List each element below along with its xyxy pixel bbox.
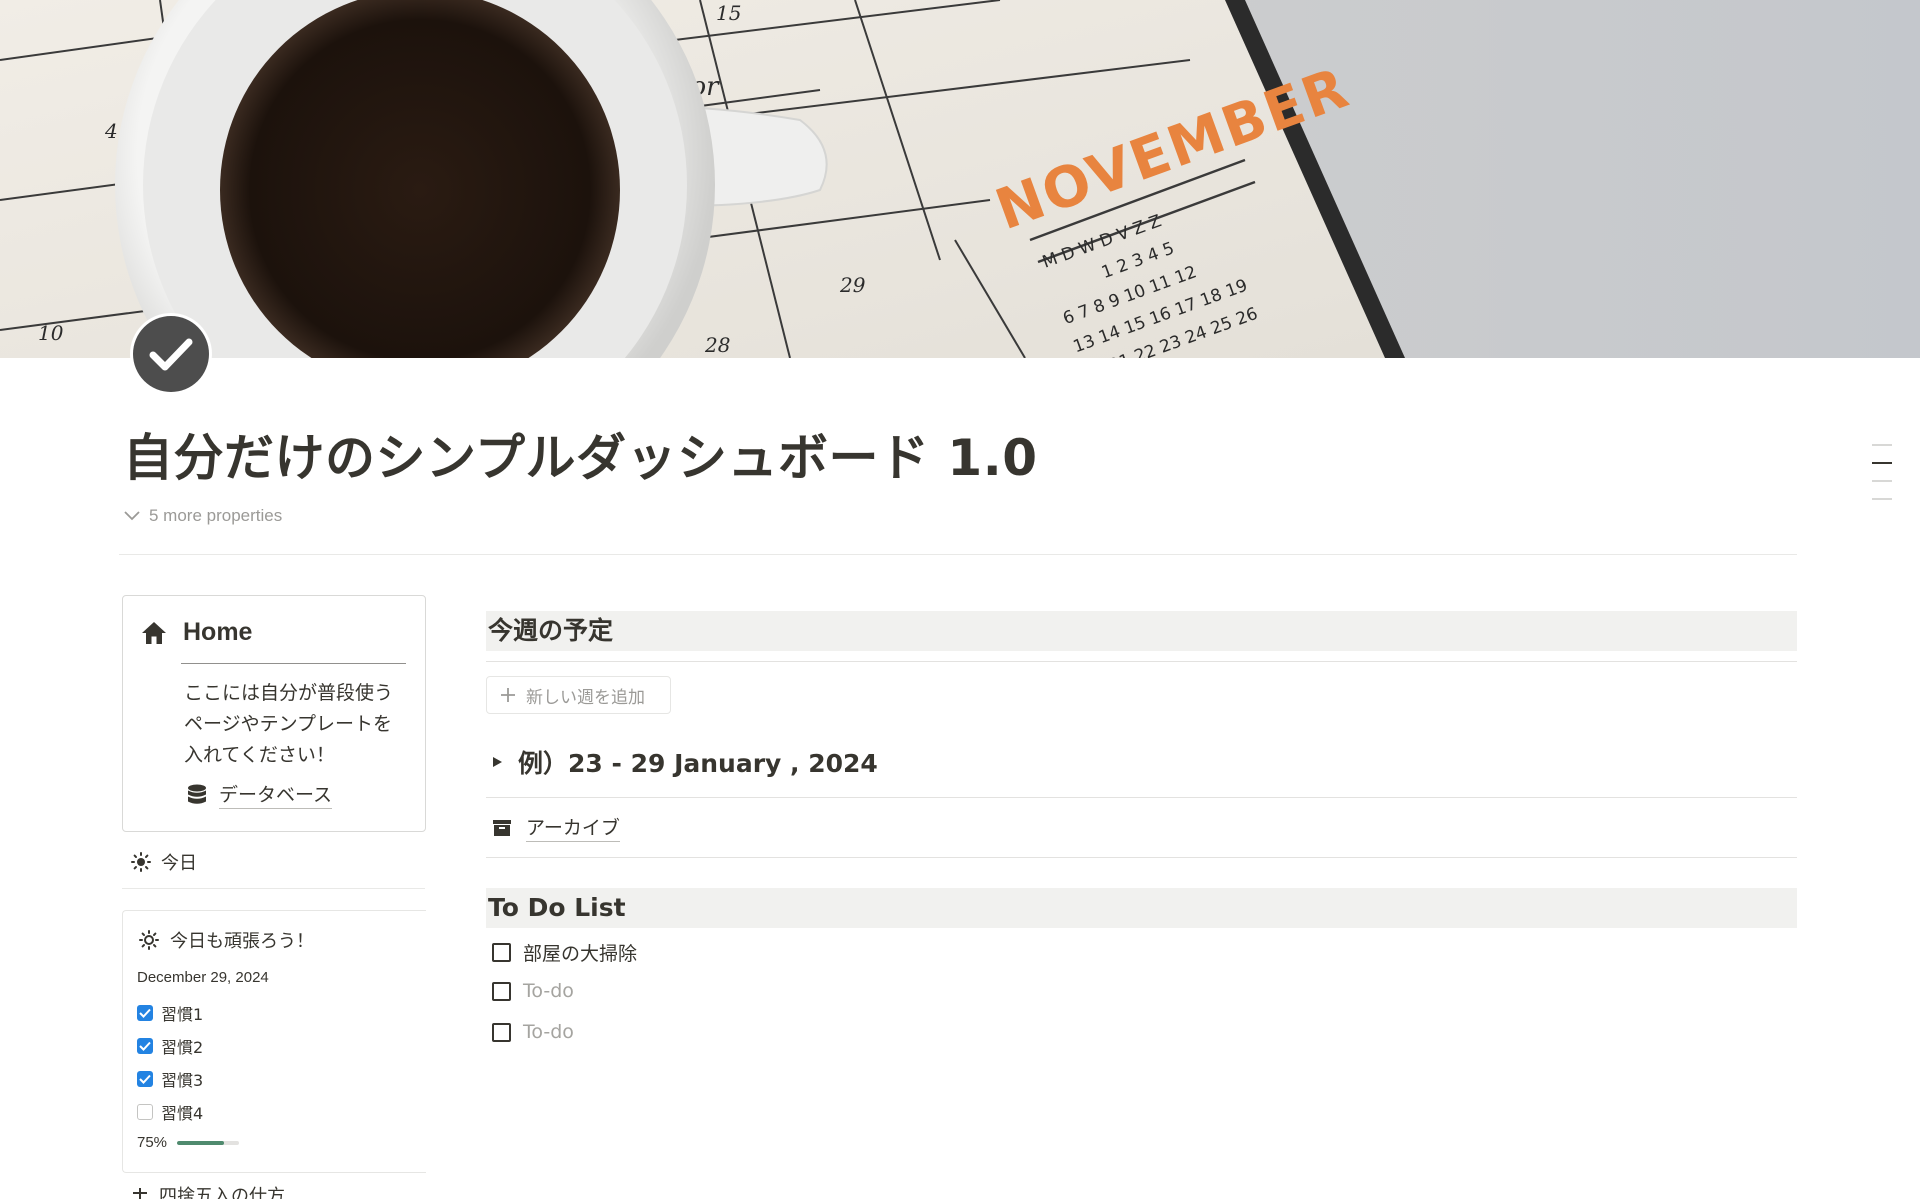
divider (486, 857, 1797, 858)
habit-label: 習慣1 (161, 1005, 204, 1024)
chevron-down-icon (124, 511, 140, 521)
home-icon (142, 621, 166, 644)
checkbox-unchecked-icon[interactable] (137, 1104, 153, 1120)
more-properties-toggle[interactable]: 5 more properties (123, 506, 282, 526)
habit-label: 習慣3 (161, 1071, 204, 1090)
habit-heading: 今日も頑張ろう！ (170, 931, 314, 952)
checkbox-unchecked-icon[interactable] (492, 981, 511, 1001)
check-circle-icon[interactable] (133, 316, 209, 392)
page-title[interactable]: 自分だけのシンプルダッシュボード 1.0 (123, 418, 1037, 490)
divider (119, 554, 1797, 555)
checkbox-checked-icon[interactable] (137, 1071, 153, 1087)
toc-mark[interactable] (1872, 498, 1892, 500)
divider (122, 888, 425, 889)
progress-percent: 75% (137, 1134, 168, 1151)
svg-text:4: 4 (104, 119, 118, 143)
svg-text:28: 28 (704, 333, 730, 357)
habit-date: December 29, 2024 (137, 969, 269, 986)
rounding-link-label: 四捨五入の仕方 (159, 1186, 285, 1199)
home-card: Home ここには自分が普段使うページやテンプレートを入れてください！ データベ… (122, 595, 426, 832)
todo-item[interactable]: To-do (492, 1021, 574, 1043)
svg-text:29: 29 (839, 273, 866, 297)
toc-mark[interactable] (1872, 480, 1892, 482)
caret-right-icon[interactable] (490, 755, 504, 769)
sun-icon (131, 852, 151, 872)
weekly-schedule-heading[interactable]: 今週の予定 (486, 611, 1797, 651)
scale-icon (133, 1188, 147, 1199)
todo-placeholder[interactable]: To-do (523, 980, 574, 1002)
habit-item[interactable]: 習慣1 (137, 1001, 203, 1025)
more-properties-label: 5 more properties (149, 506, 283, 525)
checkbox-checked-icon[interactable] (137, 1038, 153, 1054)
archive-link[interactable]: アーカイブ (492, 813, 620, 842)
archive-box-icon (493, 819, 511, 836)
checkbox-checked-icon[interactable] (137, 1005, 153, 1021)
database-icon (188, 784, 206, 804)
progress-bar-fill (177, 1140, 224, 1145)
todo-list-heading[interactable]: To Do List (486, 888, 1797, 928)
checkbox-unchecked-icon[interactable] (492, 943, 511, 962)
habit-item[interactable]: 習慣2 (137, 1034, 203, 1058)
habit-progress: 75% (137, 1134, 240, 1151)
checkbox-unchecked-icon[interactable] (492, 1022, 511, 1042)
archive-link-label: アーカイブ (526, 813, 620, 842)
divider (486, 797, 1797, 798)
table-of-contents-marks[interactable] (1872, 444, 1896, 516)
toc-mark[interactable] (1872, 444, 1892, 446)
home-title: Home (183, 618, 253, 646)
week-toggle-item[interactable]: 例）23 - 29 January , 2024 (490, 744, 878, 780)
habit-item[interactable]: 習慣4 (137, 1100, 203, 1124)
habit-label: 習慣4 (161, 1104, 204, 1123)
svg-text:15: 15 (716, 1, 741, 25)
database-link-label: データベース (219, 780, 333, 809)
home-description: ここには自分が普段使うページやテンプレートを入れてください！ (184, 682, 394, 766)
todo-label[interactable]: 部屋の大掃除 (523, 939, 637, 966)
sun-icon (139, 930, 159, 950)
add-new-week-label: 新しい週を追加 (526, 687, 645, 708)
progress-bar (177, 1140, 240, 1145)
svg-text:10: 10 (38, 321, 64, 345)
todo-item[interactable]: 部屋の大掃除 (492, 939, 637, 966)
divider (181, 663, 406, 664)
todo-item[interactable]: To-do (492, 980, 574, 1002)
today-link[interactable]: 今日 (131, 849, 197, 875)
today-link-label: 今日 (161, 853, 197, 874)
week-toggle-label: 例）23 - 29 January , 2024 (518, 749, 878, 778)
toc-mark-active[interactable] (1872, 462, 1892, 464)
habit-label: 習慣2 (161, 1038, 204, 1057)
plus-icon (501, 688, 515, 702)
divider (486, 661, 1797, 662)
add-new-week-button[interactable]: 新しい週を追加 (486, 676, 671, 714)
cover-image: NOVEMBER M D W D V Z Z 1 2 3 4 5 6 7 8 9… (0, 0, 1920, 358)
todo-placeholder[interactable]: To-do (523, 1021, 574, 1043)
rounding-link[interactable]: 四捨五入の仕方 (131, 1182, 285, 1199)
database-link[interactable]: データベース (187, 780, 333, 809)
habit-item[interactable]: 習慣3 (137, 1067, 203, 1091)
habit-tracker-card: 今日も頑張ろう！ December 29, 2024 習慣1 習慣2 習慣3 習… (122, 910, 426, 1173)
